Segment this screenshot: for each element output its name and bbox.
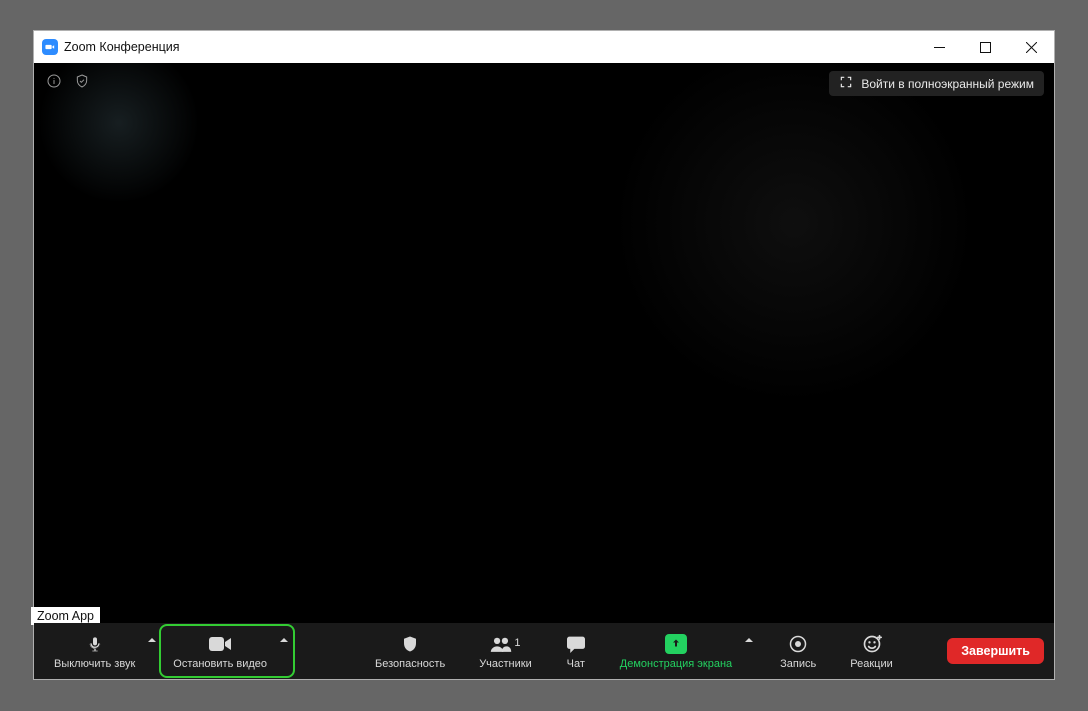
security-button[interactable]: Безопасность <box>365 627 455 675</box>
share-screen-button[interactable]: Демонстрация экрана <box>610 627 742 675</box>
minimize-button[interactable] <box>916 31 962 63</box>
audio-options-caret[interactable] <box>145 627 159 675</box>
top-left-icons <box>46 73 90 94</box>
share-label: Демонстрация экрана <box>620 658 732 670</box>
end-label: Завершить <box>961 644 1030 658</box>
participants-icon: 1 <box>490 633 520 655</box>
video-button-highlight: Остановить видео <box>159 624 295 678</box>
mute-button[interactable]: Выключить звук <box>44 627 145 675</box>
stop-video-button[interactable]: Остановить видео <box>163 627 277 675</box>
meeting-toolbar: Выключить звук Остановить видео <box>34 623 1054 679</box>
mute-label: Выключить звук <box>54 658 135 670</box>
participants-label: Участники <box>479 658 532 670</box>
participants-count: 1 <box>514 637 520 649</box>
video-options-caret[interactable] <box>277 627 291 675</box>
share-screen-icon <box>665 633 687 655</box>
share-options-caret[interactable] <box>742 627 756 675</box>
end-meeting-button[interactable]: Завершить <box>947 638 1044 664</box>
mute-combo: Выключить звук <box>44 627 159 675</box>
window-controls <box>916 31 1054 63</box>
record-icon <box>789 633 807 655</box>
security-label: Безопасность <box>375 658 445 670</box>
microphone-icon <box>87 633 103 655</box>
encryption-shield-icon[interactable] <box>74 73 90 94</box>
participants-button[interactable]: 1 Участники <box>469 627 542 675</box>
chat-label: Чат <box>567 658 585 670</box>
share-combo: Демонстрация экрана <box>610 627 756 675</box>
fullscreen-icon <box>839 75 853 92</box>
maximize-button[interactable] <box>962 31 1008 63</box>
reactions-button[interactable]: Реакции <box>840 627 903 675</box>
chat-button[interactable]: Чат <box>556 627 596 675</box>
video-combo: Остановить видео <box>163 627 291 675</box>
fullscreen-label: Войти в полноэкранный режим <box>861 77 1034 91</box>
app-window: Zoom Конференция <box>33 30 1055 680</box>
record-button[interactable]: Запись <box>770 627 826 675</box>
chat-icon <box>566 633 586 655</box>
zoom-app-icon <box>42 39 58 55</box>
reactions-icon <box>862 633 882 655</box>
video-camera-icon <box>208 633 232 655</box>
video-label: Остановить видео <box>173 658 267 670</box>
meeting-info-icon[interactable] <box>46 73 62 94</box>
reactions-label: Реакции <box>850 658 893 670</box>
record-label: Запись <box>780 658 816 670</box>
titlebar-left: Zoom Конференция <box>42 39 180 55</box>
toolbar-center: Безопасность 1 Участники Чат <box>365 627 903 675</box>
enter-fullscreen-button[interactable]: Войти в полноэкранный режим <box>829 71 1044 96</box>
window-title: Zoom Конференция <box>64 40 180 54</box>
shield-icon <box>401 633 419 655</box>
video-area: Войти в полноэкранный режим Zoom App <box>34 63 1054 623</box>
close-button[interactable] <box>1008 31 1054 63</box>
titlebar: Zoom Конференция <box>34 31 1054 63</box>
